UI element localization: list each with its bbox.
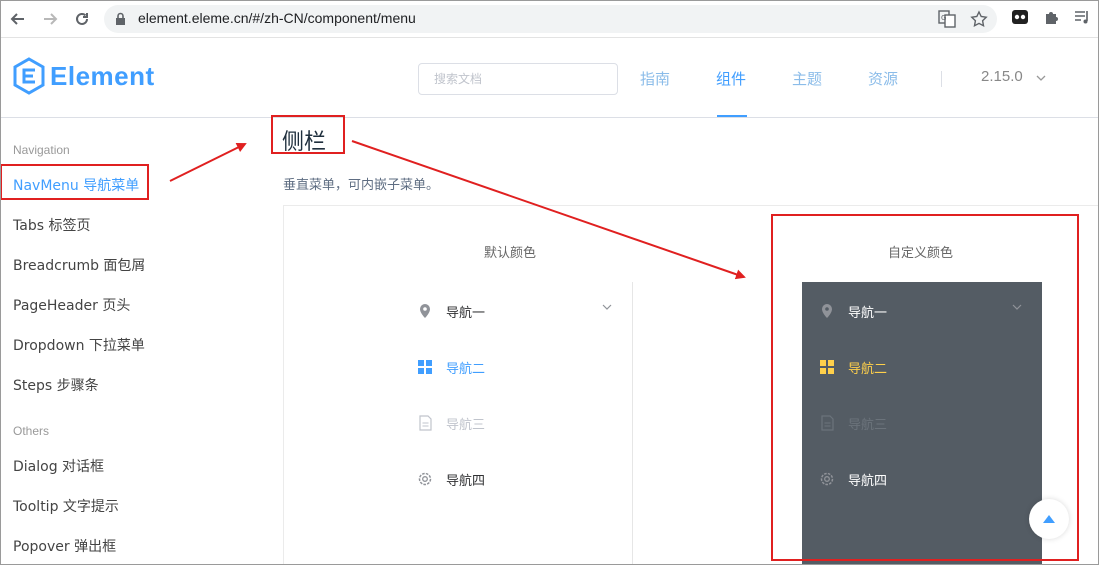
address-bar[interactable]: element.eleme.cn/#/zh-CN/component/menu …: [104, 5, 997, 33]
annotation-box-custom-menu: [771, 214, 1079, 561]
sidebar-item-pageheader[interactable]: PageHeader 页头: [13, 295, 130, 315]
arrow-right-icon: [44, 13, 58, 25]
menu-item-label: 导航四: [446, 473, 486, 489]
sidebar-group-others: Others: [13, 424, 50, 438]
annotation-box-title: [271, 115, 345, 154]
reload-button[interactable]: [70, 7, 94, 31]
nav-components[interactable]: 组件: [716, 68, 746, 89]
extension-tab-icon[interactable]: [1011, 8, 1029, 26]
sidebar-item-dropdown[interactable]: Dropdown 下拉菜单: [13, 335, 145, 355]
svg-text:G: G: [941, 14, 946, 22]
sidebar-item-popover[interactable]: Popover 弹出框: [13, 536, 116, 556]
forward-button[interactable]: [38, 7, 62, 31]
sidebar-item-dialog[interactable]: Dialog 对话框: [13, 456, 104, 476]
url-text: element.eleme.cn/#/zh-CN/component/menu: [138, 10, 416, 26]
menu-item-label: 导航一: [446, 305, 486, 321]
section-description: 垂直菜单，可内嵌子菜单。: [283, 178, 440, 193]
chevron-down-icon: [602, 304, 612, 310]
setting-icon: [418, 472, 432, 486]
sidebar-group-navigation: Navigation: [13, 143, 70, 157]
logo-text: Element: [50, 60, 155, 91]
nav-divider: [941, 71, 942, 87]
default-menu: 导航一 导航二 导航三 导航四: [400, 282, 633, 565]
menu-item-nav3: 导航三: [400, 395, 632, 451]
reload-icon: [76, 12, 88, 25]
browser-toolbar: element.eleme.cn/#/zh-CN/component/menu …: [0, 0, 1099, 38]
sidebar-item-steps[interactable]: Steps 步骤条: [13, 375, 99, 395]
menu-item-nav4[interactable]: 导航四: [400, 451, 632, 507]
location-icon: [420, 304, 430, 318]
arrow-left-icon: [10, 13, 24, 25]
nav-active-indicator: [717, 115, 747, 117]
document-icon: [418, 415, 432, 431]
default-color-title: 默认颜色: [484, 246, 537, 261]
sidebar-item-breadcrumb[interactable]: Breadcrumb 面包屑: [13, 255, 145, 275]
media-icon[interactable]: [1073, 8, 1091, 26]
menu-item-label: 导航二: [446, 361, 486, 377]
search-input[interactable]: 搜索文档: [418, 63, 618, 95]
menu-grid-icon: [418, 360, 432, 374]
nav-theme[interactable]: 主题: [792, 68, 822, 89]
puzzle-icon[interactable]: [1043, 8, 1061, 26]
sidebar-item-tooltip[interactable]: Tooltip 文字提示: [13, 496, 119, 516]
version-select[interactable]: 2.15.0: [981, 68, 1023, 85]
sidebar-item-tabs[interactable]: Tabs 标签页: [13, 215, 90, 235]
chevron-down-icon[interactable]: [1036, 74, 1046, 82]
nav-guide[interactable]: 指南: [640, 68, 670, 89]
element-logo-icon: [13, 57, 45, 95]
menu-item-nav2[interactable]: 导航二: [400, 339, 632, 395]
arrow-to-title: [169, 143, 247, 182]
translate-icon[interactable]: G: [938, 10, 956, 28]
nav-resources[interactable]: 资源: [868, 68, 898, 89]
menu-item-nav1[interactable]: 导航一: [400, 283, 632, 339]
lock-icon: [116, 12, 125, 25]
annotation-box-navmenu: [0, 164, 149, 200]
menu-item-label: 导航三: [446, 417, 486, 433]
back-button[interactable]: [6, 7, 30, 31]
star-icon[interactable]: [970, 10, 988, 28]
site-header: Element 搜索文档 指南 组件 主题 资源 2.15.0: [0, 39, 1099, 118]
site-logo[interactable]: Element: [12, 57, 155, 95]
